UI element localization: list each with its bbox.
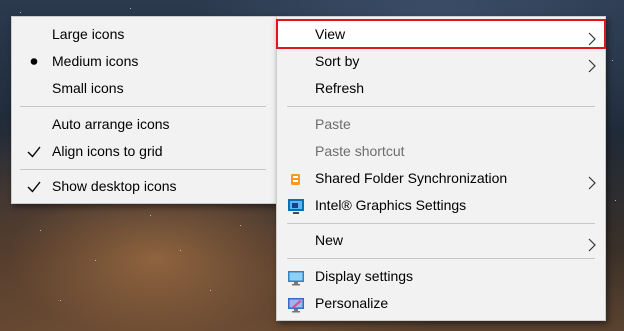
personalize-icon (287, 295, 305, 313)
menu-item-label: Intel® Graphics Settings (315, 197, 467, 213)
menu-item-label: Refresh (315, 80, 365, 96)
chevron-right-icon (587, 234, 597, 252)
menu-item-paste-shortcut: Paste shortcut (277, 138, 605, 165)
menu-separator (287, 223, 595, 224)
view-submenu: Large icons Medium icons Small icons Aut… (11, 16, 277, 204)
menu-item-label: New (315, 232, 344, 248)
checkmark-icon (24, 138, 44, 165)
menu-item-shared-folder-synchronization[interactable]: Shared Folder Synchronization (277, 165, 605, 192)
menu-item-label: View (315, 26, 346, 42)
menu-item-label: Auto arrange icons (52, 116, 170, 132)
menu-item-label: Paste (315, 116, 351, 132)
menu-item-label: Medium icons (52, 53, 139, 69)
menu-separator (20, 169, 266, 170)
menu-separator (20, 106, 266, 107)
menu-item-align-icons-to-grid[interactable]: Align icons to grid (12, 138, 276, 165)
menu-item-show-desktop-icons[interactable]: Show desktop icons (12, 173, 276, 200)
chevron-right-icon (587, 55, 597, 73)
menu-item-sort-by[interactable]: Sort by (277, 48, 605, 75)
menu-item-refresh[interactable]: Refresh (277, 75, 605, 102)
checkmark-icon (24, 173, 44, 200)
menu-item-label: Shared Folder Synchronization (315, 170, 508, 186)
menu-item-label: Show desktop icons (52, 178, 177, 194)
chevron-right-icon (587, 172, 597, 190)
menu-item-large-icons[interactable]: Large icons (12, 21, 276, 48)
menu-item-paste: Paste (277, 111, 605, 138)
menu-item-label: Large icons (52, 26, 125, 42)
intel-graphics-icon (287, 197, 305, 214)
menu-separator (287, 258, 595, 259)
desktop-context-menu: View Sort by Refresh Paste Paste shortcu… (276, 16, 606, 321)
menu-item-intel-graphics-settings[interactable]: Intel® Graphics Settings (277, 192, 605, 219)
menu-item-label: Sort by (315, 53, 360, 69)
menu-item-new[interactable]: New (277, 227, 605, 254)
display-settings-icon (287, 268, 305, 286)
chevron-right-icon (587, 27, 597, 46)
menu-item-medium-icons[interactable]: Medium icons (12, 48, 276, 75)
menu-item-small-icons[interactable]: Small icons (12, 75, 276, 102)
menu-item-label: Align icons to grid (52, 143, 163, 159)
shared-folder-sync-icon (287, 170, 305, 187)
menu-item-personalize[interactable]: Personalize (277, 290, 605, 317)
menu-item-label: Small icons (52, 80, 124, 96)
menu-item-view[interactable]: View (276, 19, 606, 49)
menu-item-auto-arrange-icons[interactable]: Auto arrange icons (12, 111, 276, 138)
menu-separator (287, 106, 595, 107)
menu-item-display-settings[interactable]: Display settings (277, 263, 605, 290)
menu-item-label: Personalize (315, 295, 389, 311)
bullet-icon (24, 48, 44, 75)
menu-item-label: Display settings (315, 268, 414, 284)
menu-item-label: Paste shortcut (315, 143, 405, 159)
